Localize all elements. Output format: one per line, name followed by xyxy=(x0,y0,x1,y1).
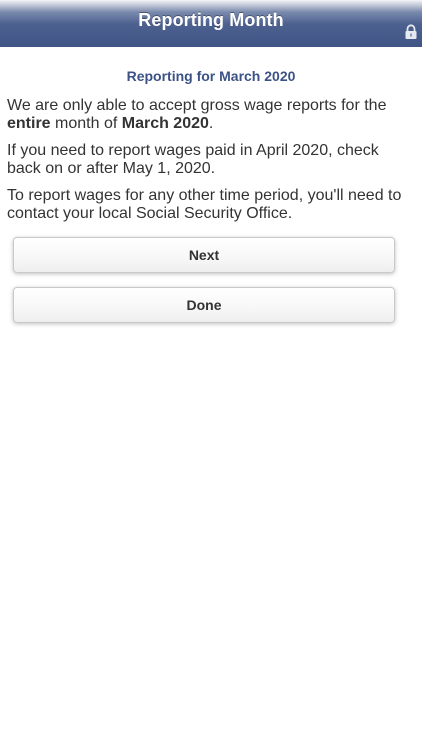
reporting-subtitle: Reporting for March 2020 xyxy=(126,68,296,84)
lock-icon xyxy=(404,24,418,40)
next-button[interactable]: Next xyxy=(13,237,395,273)
page-title: Reporting Month xyxy=(138,10,284,30)
other-period-paragraph: To report wages for any other time perio… xyxy=(7,187,402,222)
main-content: Reporting for March 2020 We are only abl… xyxy=(0,68,422,223)
emphasis-month: March 2020 xyxy=(121,115,209,132)
next-month-paragraph: If you need to report wages paid in Apri… xyxy=(7,142,379,177)
app-header: Reporting Month xyxy=(0,0,422,47)
paragraph-text: month of xyxy=(50,115,122,132)
emphasis-entire: entire xyxy=(7,115,51,132)
done-button[interactable]: Done xyxy=(13,287,395,323)
paragraph-text: We are only able to accept gross wage re… xyxy=(7,97,387,114)
accept-reports-paragraph: We are only able to accept gross wage re… xyxy=(7,97,415,133)
paragraph-text: . xyxy=(208,115,214,132)
